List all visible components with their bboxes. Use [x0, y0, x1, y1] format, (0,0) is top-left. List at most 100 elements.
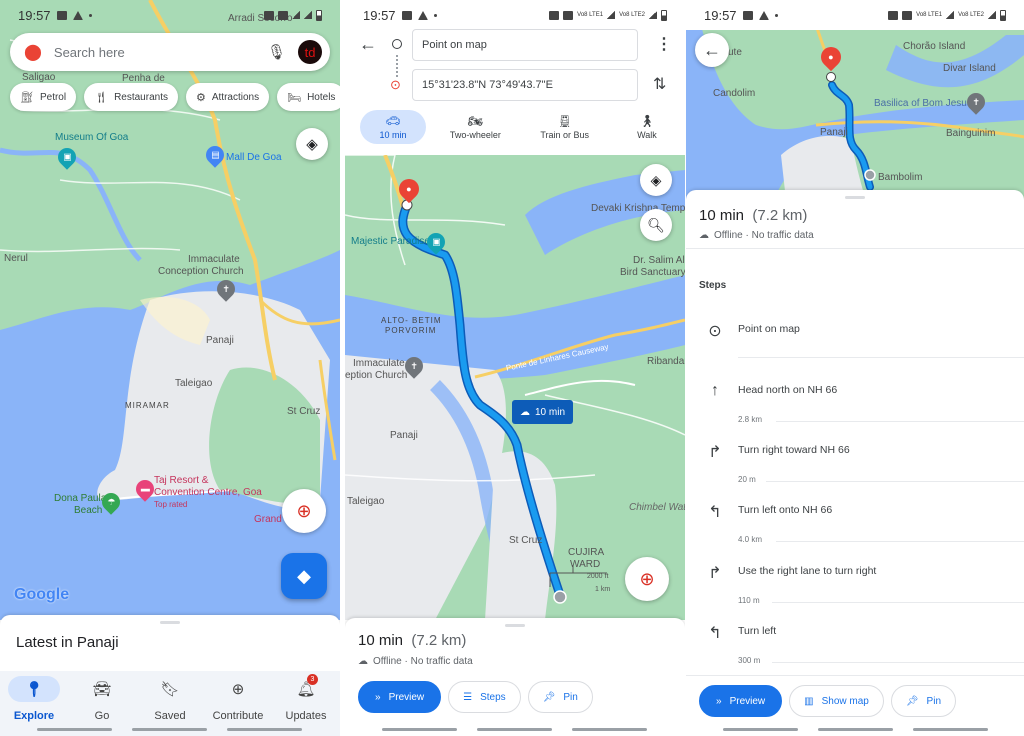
step-divider: [772, 662, 1024, 663]
map-label: Panaji: [390, 430, 418, 441]
map-label: Chorão Island: [903, 41, 966, 52]
nav-saved[interactable]: 🔖︎ Saved: [137, 676, 203, 736]
origin-input[interactable]: Point on map: [412, 29, 638, 61]
chip-restaurants[interactable]: 🍴︎ Restaurants: [84, 83, 178, 111]
step-item[interactable]: ↑ Head north on NH 66 2.8 km: [686, 376, 1024, 436]
status-bar: 19:57 Vo8 LTE1 Vo8 LTE2: [686, 0, 1024, 30]
search-along-route-button[interactable]: 🔍︎: [640, 209, 672, 241]
button-label: Pin: [926, 695, 941, 707]
signal-icon: [946, 11, 955, 19]
chip-attractions[interactable]: ⚙︎ Attractions: [185, 83, 270, 111]
nav-go[interactable]: 🚘︎ Go: [69, 676, 135, 736]
step-item[interactable]: ↱ Use the right lane to turn right 110 m: [686, 557, 1024, 617]
steps-button[interactable]: ☰ Steps: [448, 681, 521, 713]
walk-icon: 🚶︎: [639, 114, 655, 128]
gesture-bar: [132, 728, 207, 731]
back-arrow-icon[interactable]: ←: [359, 34, 377, 55]
preview-button[interactable]: » Preview: [699, 685, 783, 717]
step-divider: [738, 357, 1024, 358]
route-eta: 10 min (7.2 km): [358, 632, 466, 649]
map-label: eption Church: [345, 370, 408, 381]
destination-pin-icon: ⊙: [390, 77, 401, 92]
directions-button[interactable]: ◆: [281, 553, 327, 599]
preview-button[interactable]: » Preview: [358, 681, 442, 713]
nav-updates[interactable]: 🔔︎ 3 Updates: [273, 674, 339, 736]
mode-label: Train or Bus: [540, 130, 589, 140]
map-label-line: Immaculate: [188, 254, 240, 265]
nav-contribute[interactable]: ⊕ Contribute: [205, 676, 271, 736]
step-item[interactable]: ↱ Turn right toward NH 66 20 m: [686, 436, 1024, 496]
mode-two-wheeler[interactable]: 🏍︎ Two-wheeler: [435, 110, 515, 144]
mode-transit[interactable]: 🚆︎ Train or Bus: [525, 110, 605, 144]
route-map-view[interactable]: ● Majestic Paradise ▣ Devaki Krishna Tem…: [345, 155, 685, 620]
map-label: Taleigao: [175, 378, 213, 389]
search-icon: 🔍︎: [647, 216, 665, 233]
layers-button[interactable]: ◈: [640, 164, 672, 196]
step-item[interactable]: ↰ Turn left onto NH 66 4.0 km: [686, 496, 1024, 556]
destination-value: 15°31'23.8"N 73°49'43.7"E: [422, 79, 553, 91]
destination-input[interactable]: 15°31'23.8"N 73°49'43.7"E: [412, 69, 638, 101]
pin-button[interactable]: 📌︎ Pin: [527, 681, 593, 713]
drive-icon: [72, 10, 83, 20]
route-time: 10 min: [535, 406, 566, 418]
steps-sheet[interactable]: 10 min (7.2 km) ☁︎ Offline · No traffic d…: [686, 190, 1024, 736]
drag-handle[interactable]: [505, 624, 525, 627]
petrol-icon: ⛽︎: [20, 91, 34, 104]
map-label: PORVORIM: [385, 326, 437, 335]
drag-handle[interactable]: [160, 621, 180, 624]
route-eta: 10 min (7.2 km): [699, 207, 807, 224]
step-item[interactable]: ⊙ Point on map: [686, 315, 1024, 375]
step-text: Turn right toward NH 66: [738, 444, 850, 456]
distance: (7.2 km): [411, 632, 467, 649]
offline-cloud-icon: ☁︎: [358, 656, 368, 667]
nav-label: Contribute: [212, 710, 264, 722]
step-divider: [766, 481, 1024, 482]
nav-label: Updates: [285, 710, 327, 722]
map-label: Bird Sanctuary: [620, 267, 685, 278]
step-item[interactable]: ↰ Turn left 300 m: [686, 617, 1024, 677]
back-button[interactable]: ←: [695, 33, 729, 67]
nav-label: Explore: [13, 710, 55, 722]
step-text: Turn left onto NH 66: [738, 504, 833, 516]
step-distance: 300 m: [738, 656, 761, 665]
notification-badge: 3: [307, 674, 318, 685]
network-label: Vo8 LTE2: [958, 12, 984, 18]
mode-driving[interactable]: 🚗︎ 10 min: [360, 110, 426, 144]
show-map-button[interactable]: ▥ Show map: [789, 685, 884, 717]
chip-hotels[interactable]: 🛏︎ Hotels: [277, 83, 340, 111]
gesture-bar: [913, 728, 988, 731]
my-location-button[interactable]: ⊕: [282, 489, 326, 533]
layers-button[interactable]: ◈: [296, 128, 328, 160]
map-label: WARD: [570, 559, 601, 570]
action-buttons: » Preview ▥ Show map 📌︎ Pin: [686, 675, 1024, 736]
step-divider: [776, 541, 1024, 542]
more-options-icon[interactable]: ⋮: [656, 34, 672, 54]
mode-walk[interactable]: 🚶︎ Walk: [614, 110, 680, 144]
traffic-text: Offline · No traffic data: [373, 656, 473, 667]
battery-icon: [316, 9, 322, 21]
bottom-sheet[interactable]: Latest in Panaji: [0, 615, 340, 671]
swap-icon[interactable]: ⇅: [653, 74, 666, 94]
drag-handle[interactable]: [845, 196, 865, 199]
avatar[interactable]: td: [298, 40, 322, 64]
route-summary-sheet[interactable]: 10 min (7.2 km) ☁︎ Offline · No traffic d…: [345, 618, 685, 736]
route-time-badge[interactable]: ☁︎ 10 min: [512, 400, 574, 424]
gesture-bar: [227, 728, 302, 731]
overview-map-view[interactable]: ● ute Chorão Island Divar Island Candoli…: [686, 25, 1024, 200]
map-label: Ribandar: [647, 356, 685, 367]
pin-button[interactable]: 📌︎ Pin: [890, 685, 956, 717]
microphone-icon[interactable]: 🎙︎: [267, 43, 286, 61]
my-location-button[interactable]: ⊕: [625, 557, 669, 601]
nav-explore[interactable]: 📍︎ Explore: [1, 676, 67, 736]
step-distance: 110 m: [738, 596, 760, 605]
list-icon: ☰: [463, 691, 473, 703]
chip-petrol[interactable]: ⛽︎ Petrol: [10, 83, 77, 111]
search-input[interactable]: Search here: [54, 45, 267, 60]
map-label: Candolim: [713, 88, 756, 99]
search-bar[interactable]: ⬤ Search here 🎙︎ td: [10, 33, 330, 71]
notification-dot-icon: [433, 13, 437, 17]
map-icon: ▥: [804, 695, 814, 707]
button-label: Show map: [821, 695, 869, 707]
steps-header: Steps: [699, 280, 727, 291]
bookmark-icon: 🔖︎: [160, 681, 180, 698]
